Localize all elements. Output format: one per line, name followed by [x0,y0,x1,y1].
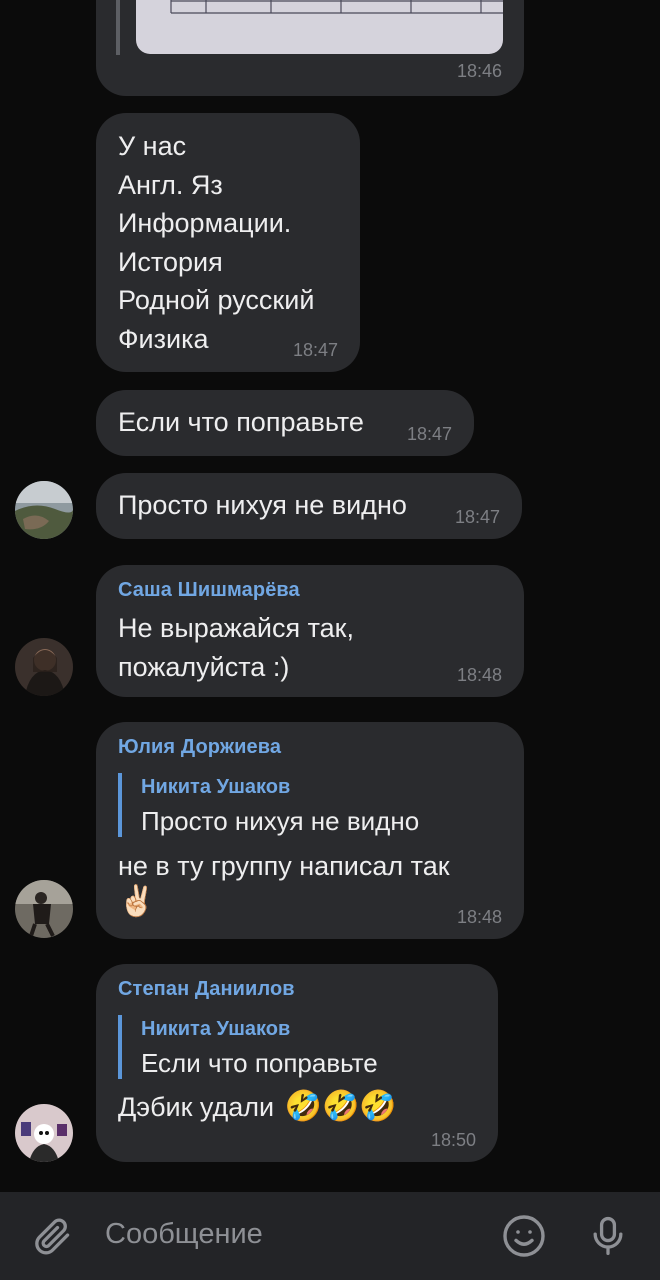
image-left-strip [116,0,120,55]
sender-name[interactable]: Степан Даниилов [118,978,295,1001]
message-bubble[interactable]: Если что поправьте 18:47 [96,390,474,456]
image-message[interactable]: 18:46 [96,0,524,96]
message-bubble[interactable]: Юлия Доржиева Никита Ушаков Просто нихуя… [96,722,524,939]
message-text: Не выражайся так, пожалуйста :) [118,609,354,686]
message-time: 18:46 [456,61,502,81]
message-time: 18:48 [456,907,502,927]
victory-hand-emoji: ✌🏻 [118,885,156,918]
reply-author: Никита Ушаков [141,776,291,798]
message-time: 18:47 [292,340,338,360]
message-composer: Сообщение [0,1192,660,1280]
message-input[interactable]: Сообщение [105,1218,263,1251]
message-line: Родной русский [118,285,315,315]
message-line: Не выражайся так, [118,613,354,643]
message-text: У нас Англ. Яз Информации. История Родно… [118,127,314,358]
reply-text: Просто нихуя не видно [141,806,420,836]
reply-text: Если что поправьте [141,1048,378,1078]
message-line: История [118,246,223,277]
message-time: 18:50 [430,1130,476,1150]
reply-quote[interactable]: Никита Ушаков Если что поправьте [118,1015,378,1079]
message-text: Дэбик удали [118,1092,275,1122]
sender-name[interactable]: Саша Шишмарёва [118,579,300,602]
message-text: Просто нихуя не видно [118,490,407,520]
avatar[interactable] [15,481,73,539]
reply-quote[interactable]: Никита Ушаков Просто нихуя не видно [118,773,419,837]
message-line: У нас [118,131,187,161]
message-text: не в ту группу написал так [118,851,450,881]
sender-name[interactable]: Юлия Доржиева [118,736,281,759]
avatar[interactable] [15,880,73,938]
message-text-row: Дэбик удали 🤣🤣🤣 [118,1088,397,1127]
message-time: 18:47 [406,424,452,444]
message-line: Англ. Яз [118,169,223,200]
message-line: Информации. [118,208,292,238]
message-text: Если что поправьте [118,407,364,437]
microphone-icon[interactable] [580,1208,636,1264]
message-line: Физика [118,323,209,354]
message-time: 18:47 [454,507,500,527]
attached-image[interactable] [136,0,503,54]
message-bubble[interactable]: Просто нихуя не видно 18:47 [96,473,522,539]
message-bubble[interactable]: Саша Шишмарёва Не выражайся так, пожалуй… [96,565,524,697]
avatar[interactable] [15,1104,73,1162]
message-line: пожалуйста :) [118,651,290,682]
message-bubble[interactable]: Степан Даниилов Никита Ушаков Если что п… [96,964,498,1162]
smiley-icon[interactable] [496,1208,552,1264]
rofl-emoji: 🤣🤣🤣 [284,1090,397,1123]
avatar[interactable] [15,638,73,696]
paperclip-icon[interactable] [24,1208,80,1264]
message-bubble[interactable]: У нас Англ. Яз Информации. История Родно… [96,113,360,372]
message-time: 18:48 [456,665,502,685]
chat-area[interactable]: 18:46 У нас Англ. Яз Информации. История… [0,0,660,1192]
reply-author: Никита Ушаков [141,1018,291,1040]
